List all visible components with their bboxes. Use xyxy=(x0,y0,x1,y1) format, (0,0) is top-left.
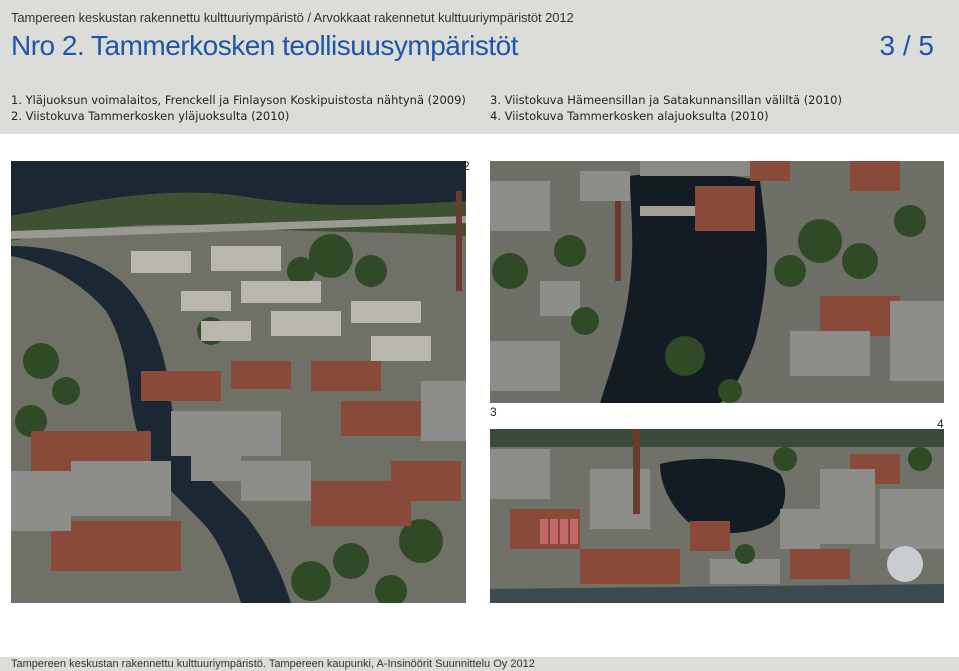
photo-number-4: 4 xyxy=(937,417,944,431)
aerial-photo-downstream-image xyxy=(490,429,944,603)
caption-4: 4. Viistokuva Tammerkosken alajuoksulta … xyxy=(490,109,769,123)
aerial-photo-bridges-image xyxy=(490,161,944,403)
breadcrumb: Tampereen keskustan rakennettu kulttuuri… xyxy=(11,10,574,25)
photo-number-2: 2 xyxy=(463,159,470,173)
captions-left: 1. Yläjuoksun voimalaitos, Frenckell ja … xyxy=(11,92,466,124)
caption-2: 2. Viistokuva Tammerkosken yläjuoksulta … xyxy=(11,109,290,123)
page-number: 3 / 5 xyxy=(879,30,934,61)
caption-3: 3. Viistokuva Hämeensillan ja Satakunnan… xyxy=(490,93,842,107)
footer-text: Tampereen keskustan rakennettu kulttuuri… xyxy=(11,658,535,670)
page-title: Nro 2. Tammerkosken teollisuusympäristöt xyxy=(11,30,519,61)
aerial-photo-downstream xyxy=(490,429,944,603)
caption-1: 1. Yläjuoksun voimalaitos, Frenckell ja … xyxy=(11,93,466,107)
aerial-photo-bridges xyxy=(490,161,944,403)
aerial-photo-upstream xyxy=(11,161,466,603)
page-footer: Tampereen keskustan rakennettu kulttuuri… xyxy=(0,657,959,671)
photo-number-3: 3 xyxy=(490,405,497,419)
captions-right: 3. Viistokuva Hämeensillan ja Satakunnan… xyxy=(490,92,842,124)
aerial-photo-upstream-image xyxy=(11,161,466,603)
page-header: Tampereen keskustan rakennettu kulttuuri… xyxy=(0,0,959,134)
